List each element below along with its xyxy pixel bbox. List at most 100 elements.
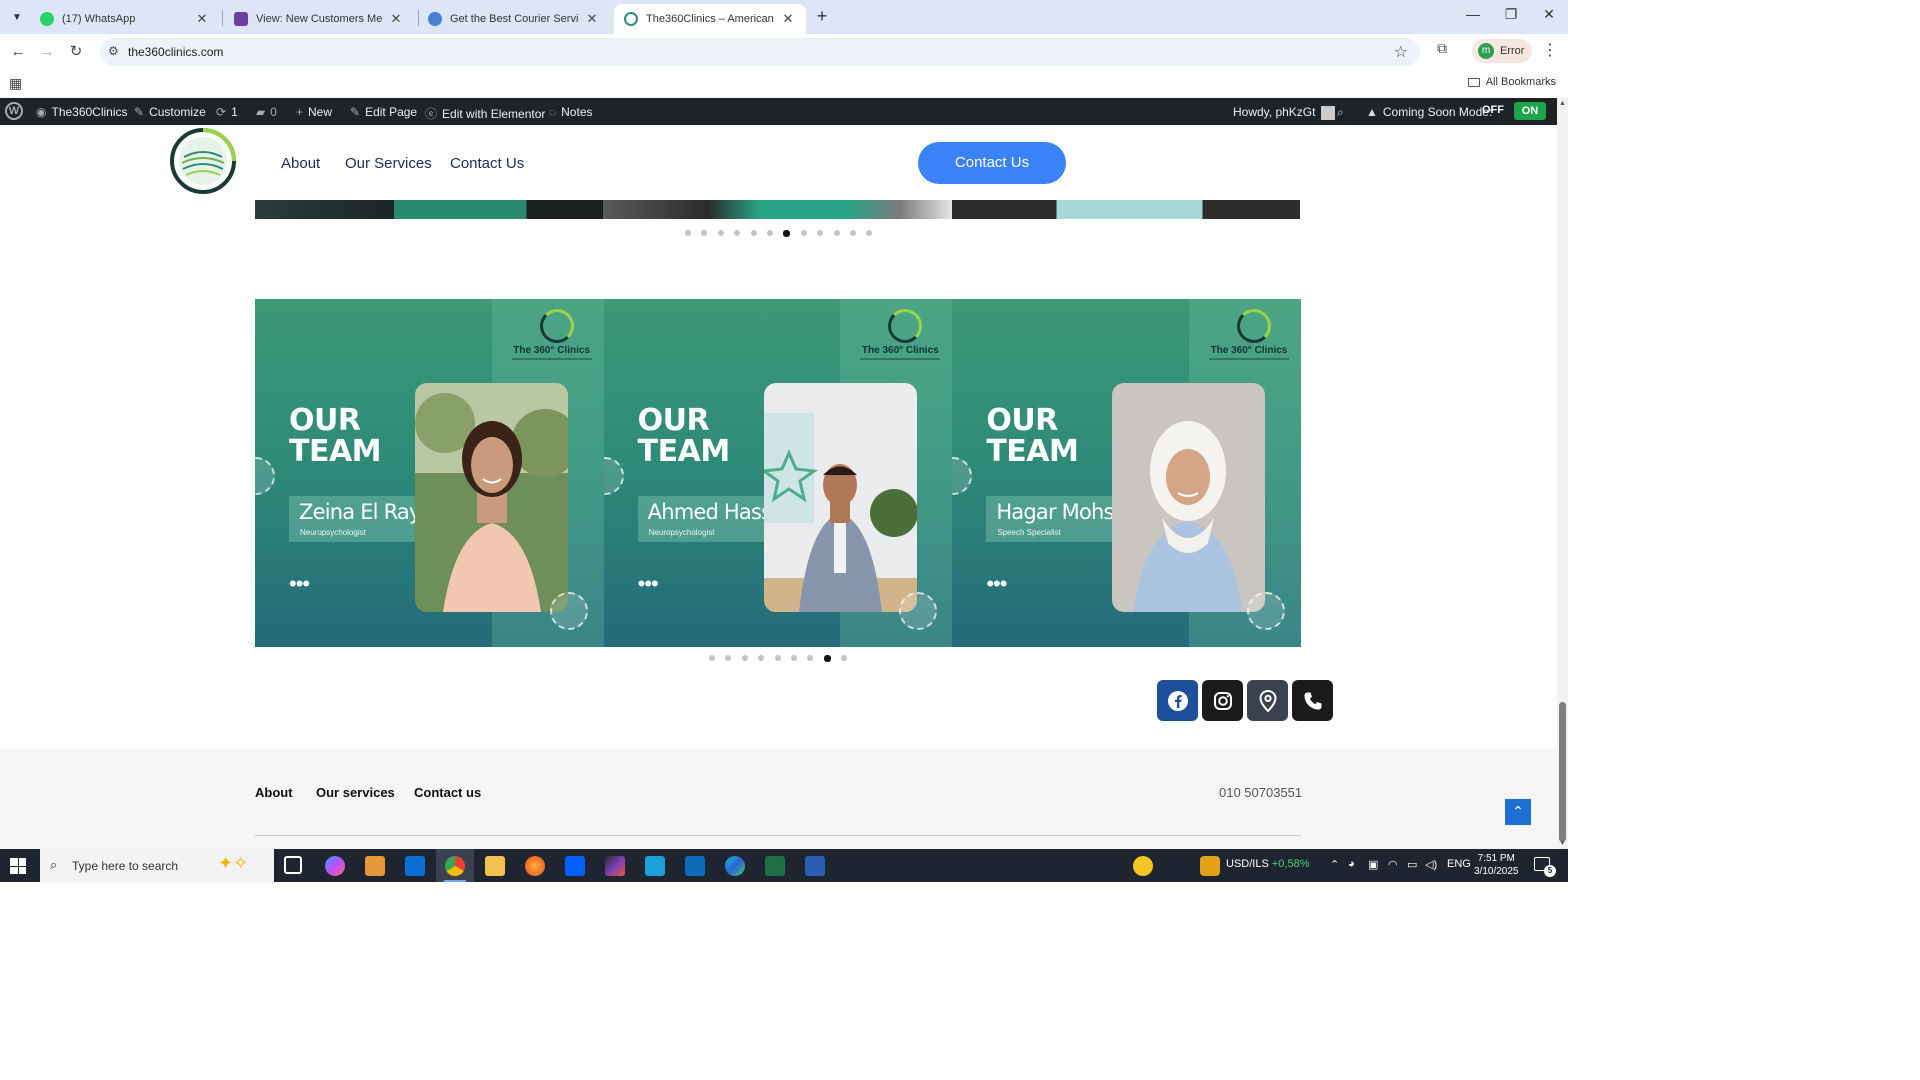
- media-app-icon[interactable]: [605, 856, 625, 876]
- footer-services-link[interactable]: Our services: [316, 785, 395, 800]
- pagination-dot[interactable]: [800, 230, 807, 236]
- pagination-dot[interactable]: [817, 230, 824, 236]
- pagination-dot[interactable]: [866, 230, 873, 236]
- firefox-icon[interactable]: [525, 856, 545, 876]
- wp-howdy[interactable]: Howdy, phKzGt: [1233, 105, 1336, 120]
- task-view-icon[interactable]: [284, 856, 302, 874]
- currency-widget-icon[interactable]: [1200, 856, 1220, 876]
- location-pin-icon[interactable]: [1247, 680, 1288, 721]
- taskbar-clock[interactable]: 7:51 PM 3/10/2025: [1474, 852, 1519, 878]
- battery-icon[interactable]: ▭: [1407, 858, 1417, 871]
- close-icon[interactable]: ✕: [584, 11, 600, 27]
- wp-customize[interactable]: ✎ Customize: [134, 105, 206, 119]
- media-player-icon[interactable]: [365, 856, 385, 876]
- tray-app-icon[interactable]: ◕: [1348, 858, 1355, 870]
- tab-360clinics[interactable]: The360Clinics – American Cana ✕: [614, 4, 806, 34]
- wordpress-icon[interactable]: W: [5, 102, 23, 120]
- pagination-dot[interactable]: [758, 655, 765, 661]
- nav-our-services[interactable]: Our Services: [345, 155, 432, 172]
- page-scrollbar[interactable]: ▲ ▼: [1557, 98, 1568, 849]
- pagination-dot[interactable]: [709, 655, 715, 661]
- pagination-dot[interactable]: [766, 230, 773, 236]
- pagination-dot[interactable]: [734, 230, 741, 236]
- back-icon[interactable]: ←: [8, 42, 28, 62]
- team-card[interactable]: The 360° Clinics OUR TEAM Zeina El Rayes …: [255, 299, 604, 647]
- contact-us-button[interactable]: Contact Us: [918, 142, 1066, 184]
- help-icon[interactable]: [1133, 856, 1153, 876]
- new-tab-button[interactable]: +: [812, 6, 832, 26]
- pagination-dot[interactable]: [717, 230, 724, 236]
- profile-button[interactable]: m Error: [1472, 39, 1532, 63]
- footer-contact-link[interactable]: Contact us: [414, 785, 481, 800]
- address-bar[interactable]: ⚙ the360clinics.com ☆: [100, 38, 1420, 66]
- pagination-dot[interactable]: [774, 655, 781, 661]
- taskbar-search-box[interactable]: ⌕ Type here to search ✦✧: [40, 849, 274, 882]
- footer-phone[interactable]: 010 50703551: [1219, 785, 1302, 800]
- edge-icon[interactable]: [725, 856, 745, 876]
- close-icon[interactable]: ✕: [780, 11, 796, 27]
- wp-notes[interactable]: ◌ Notes: [549, 105, 593, 119]
- reload-icon[interactable]: ↻: [66, 42, 86, 62]
- site-info-icon[interactable]: ⚙: [108, 44, 119, 58]
- pagination-dot[interactable]: [841, 655, 848, 661]
- wp-comments[interactable]: ▰ 0: [256, 105, 277, 119]
- extensions-icon[interactable]: ⧉: [1432, 40, 1452, 60]
- copilot-icon[interactable]: [325, 856, 345, 876]
- team-card[interactable]: The 360° Clinics OUR TEAM Ahmed Hassan Ne…: [603, 299, 953, 647]
- nav-about[interactable]: About: [281, 155, 320, 172]
- wifi-icon[interactable]: ◠: [1388, 858, 1398, 871]
- meet-icon[interactable]: ▣: [1368, 858, 1378, 871]
- pagination-dot[interactable]: [750, 230, 757, 236]
- wp-new[interactable]: + New: [296, 105, 332, 119]
- pagination-dot[interactable]: [783, 229, 791, 237]
- url-text[interactable]: the360clinics.com: [128, 45, 223, 59]
- windows-start-icon[interactable]: [10, 858, 26, 874]
- phone-icon[interactable]: [1292, 680, 1333, 721]
- forward-icon[interactable]: →: [37, 42, 57, 62]
- g-app-icon[interactable]: [645, 856, 665, 876]
- wp-site-name[interactable]: ◉ The360Clinics: [36, 105, 128, 119]
- currency-widget[interactable]: USD/ILS +0,58%: [1226, 858, 1309, 870]
- scrollbar-thumb[interactable]: [1559, 702, 1566, 842]
- scroll-down-icon[interactable]: ▼: [1559, 840, 1566, 847]
- show-hidden-icons[interactable]: ⌃: [1330, 858, 1339, 871]
- facebook-icon[interactable]: [1157, 680, 1198, 721]
- pagination-dot[interactable]: [849, 230, 856, 236]
- team-carousel[interactable]: The 360° Clinics OUR TEAM Zeina El Rayes …: [255, 299, 1301, 647]
- coming-soon-on[interactable]: ON: [1514, 102, 1546, 120]
- pagination-dot[interactable]: [741, 655, 748, 661]
- team-slider-pagination[interactable]: [709, 654, 858, 662]
- coming-soon-off[interactable]: OFF: [1482, 104, 1504, 116]
- instagram-icon[interactable]: [1202, 680, 1243, 721]
- browser-menu-icon[interactable]: ⋮: [1542, 40, 1558, 60]
- excel-icon[interactable]: [765, 856, 785, 876]
- footer-about-link[interactable]: About: [255, 785, 293, 800]
- close-icon[interactable]: ✕: [388, 11, 404, 27]
- close-window-icon[interactable]: ✕: [1539, 6, 1559, 23]
- tab-search-chevron-icon[interactable]: ▼: [6, 6, 28, 28]
- minimize-icon[interactable]: —: [1463, 6, 1483, 22]
- chrome-icon[interactable]: [445, 856, 465, 876]
- dropbox-icon[interactable]: [565, 856, 585, 876]
- file-explorer-icon[interactable]: [485, 856, 505, 876]
- wp-coming-soon[interactable]: ▲ Coming Soon Mode:: [1366, 105, 1492, 119]
- language-indicator[interactable]: ENG: [1447, 858, 1471, 870]
- site-logo[interactable]: [170, 127, 236, 195]
- pagination-dot[interactable]: [823, 654, 831, 662]
- outlook-icon[interactable]: [685, 856, 705, 876]
- word-icon[interactable]: [805, 856, 825, 876]
- bookmark-star-icon[interactable]: ☆: [1394, 42, 1408, 62]
- wp-edit-elementor[interactable]: ⓔ Edit with Elementor: [425, 105, 545, 122]
- wp-search-icon[interactable]: ⌕: [1337, 105, 1349, 120]
- scroll-up-icon[interactable]: ▲: [1559, 100, 1566, 107]
- pagination-dot[interactable]: [725, 655, 732, 661]
- restore-icon[interactable]: ❐: [1501, 6, 1521, 23]
- store-icon[interactable]: [405, 856, 425, 876]
- pagination-dot[interactable]: [701, 230, 708, 236]
- all-bookmarks-button[interactable]: All Bookmarks: [1467, 76, 1556, 88]
- tab-customers-message[interactable]: View: New Customers Message ✕: [224, 4, 414, 34]
- wp-updates[interactable]: ⟳ 1: [216, 105, 238, 119]
- close-icon[interactable]: ✕: [194, 11, 210, 27]
- pagination-dot[interactable]: [790, 655, 797, 661]
- team-card[interactable]: The 360° Clinics OUR TEAM Hagar Mohsen Sp…: [952, 299, 1301, 647]
